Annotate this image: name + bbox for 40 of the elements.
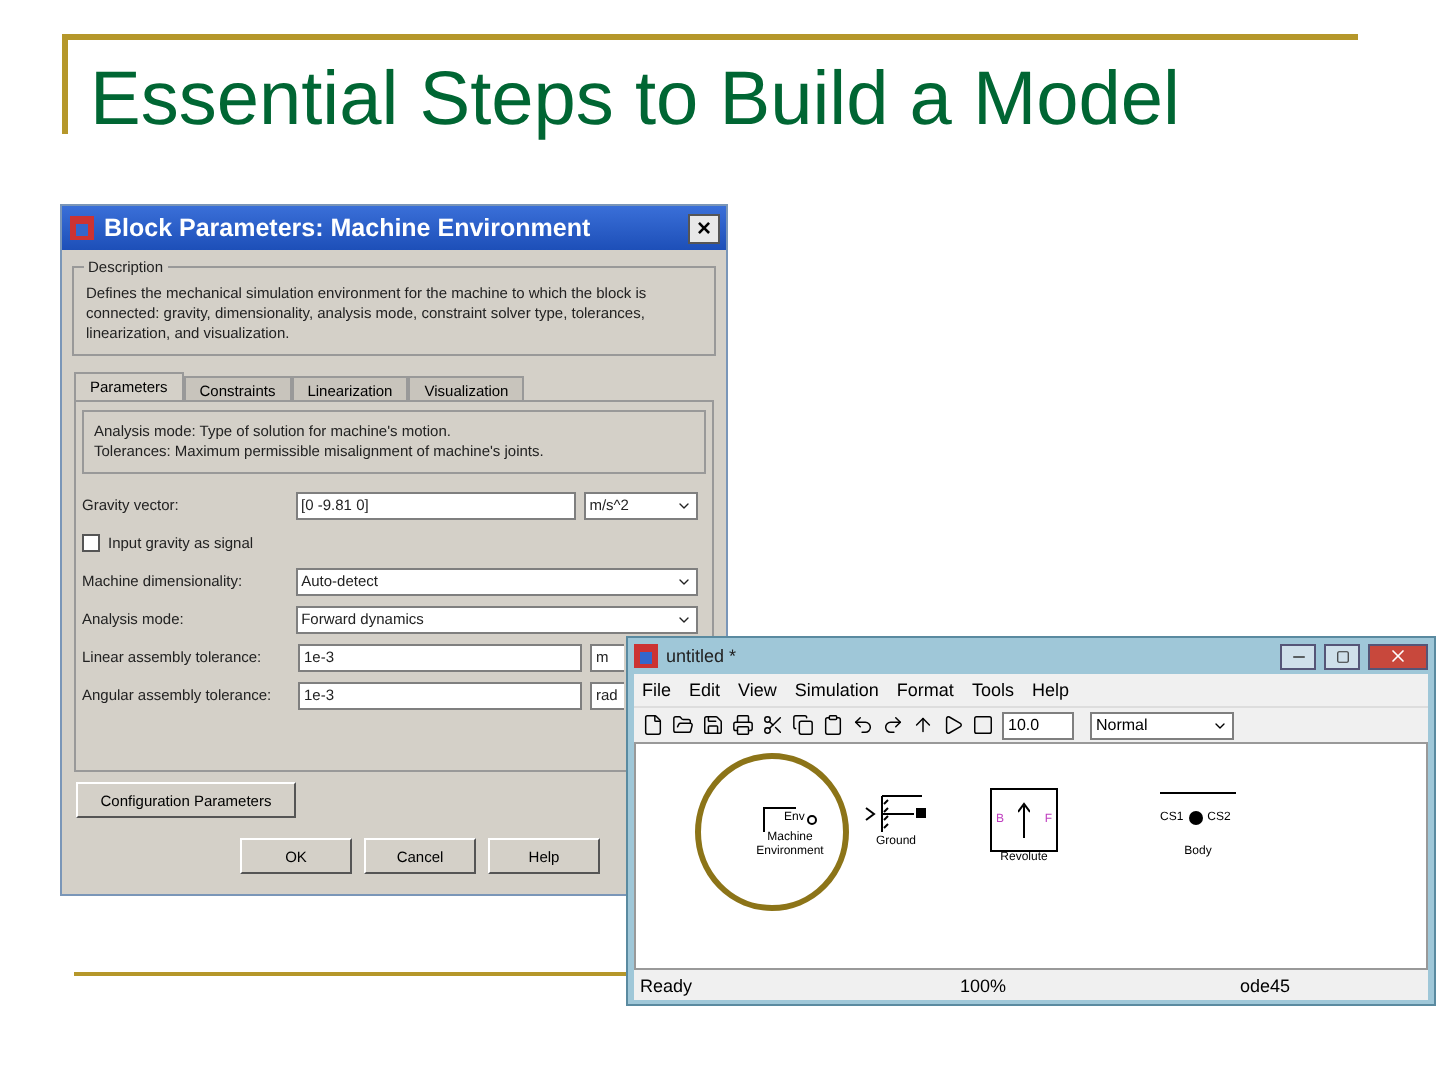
scissors-icon[interactable] <box>762 714 784 736</box>
close-icon <box>1388 646 1408 666</box>
menu-item[interactable]: Help <box>1031 680 1069 700</box>
menu-item[interactable]: Format <box>896 680 954 700</box>
mode-dropdown[interactable]: Normal <box>1090 711 1234 739</box>
dialog-title: Block Parameters: Machine Environment <box>104 214 593 242</box>
slide-title: Essential Steps to Build a Model <box>90 60 1182 140</box>
arrow-icon <box>1018 802 1031 838</box>
up-arrow-icon[interactable] <box>912 714 934 736</box>
folder-icon[interactable] <box>672 714 694 736</box>
close-button[interactable] <box>1368 643 1428 669</box>
app-icon <box>68 214 96 242</box>
ground-block-icon <box>862 792 930 836</box>
status-text: 100% <box>960 975 1009 995</box>
checkbox[interactable] <box>82 534 100 552</box>
copy-icon[interactable] <box>792 714 814 736</box>
status-text: Ready <box>640 975 695 995</box>
stop-time-field[interactable]: 10.0 <box>1002 711 1074 739</box>
close-button[interactable]: × <box>688 213 720 243</box>
body-icon <box>1187 810 1204 826</box>
app-icon <box>634 644 658 668</box>
env-block-icon <box>760 804 820 832</box>
printer-icon[interactable] <box>732 714 754 736</box>
stop-icon[interactable] <box>972 714 994 736</box>
maximize-icon <box>1335 649 1349 663</box>
minimize-button[interactable] <box>1280 643 1316 669</box>
menu-item[interactable]: View <box>738 680 777 700</box>
undo-icon[interactable] <box>852 714 874 736</box>
menu-item[interactable]: Tools <box>971 680 1014 700</box>
menu-item[interactable]: Simulation <box>794 680 879 700</box>
menu-item[interactable]: File <box>642 680 672 700</box>
status-text: ode45 <box>1240 975 1293 995</box>
window-title: untitled * <box>666 646 739 666</box>
save-icon[interactable] <box>702 714 724 736</box>
clipboard-icon[interactable] <box>822 714 844 736</box>
redo-icon[interactable] <box>882 714 904 736</box>
maximize-button[interactable] <box>1324 643 1360 669</box>
menu-item[interactable]: Edit <box>689 680 721 700</box>
play-icon[interactable] <box>942 714 964 736</box>
new-file-icon[interactable] <box>642 714 664 736</box>
